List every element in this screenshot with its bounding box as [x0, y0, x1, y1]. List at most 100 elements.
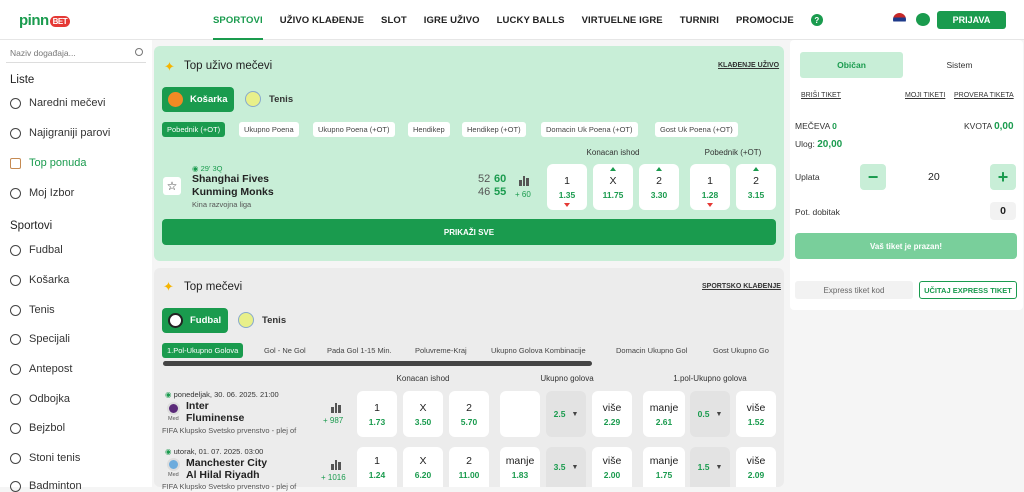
sidebar-item-odbojka[interactable]: Odbojka: [10, 393, 70, 405]
odd-button[interactable]: manje 1.83: [500, 447, 540, 487]
market-chip[interactable]: Domacin Uk Poena (+OT): [541, 122, 638, 137]
empty-ticket-button[interactable]: Vaš tiket je prazan!: [795, 233, 1017, 259]
more-markets[interactable]: + 60: [515, 190, 531, 199]
odd-button[interactable]: 2 11.00: [449, 447, 489, 487]
market-tab[interactable]: 1.Pol-Ukupno Golova: [162, 343, 244, 358]
sidebar-item-kosarka[interactable]: Košarka: [10, 274, 69, 286]
login-button[interactable]: PRIJAVA: [937, 11, 1006, 29]
help-icon[interactable]: ?: [810, 14, 823, 26]
market-chip[interactable]: Ukupno Poena: [239, 122, 299, 137]
market-chip[interactable]: Hendikep (+OT): [462, 122, 526, 137]
tab-sistem[interactable]: Sistem: [903, 52, 1016, 78]
market-tab[interactable]: Ukupno Golova Kombinacije: [486, 343, 591, 358]
line-select[interactable]: 1.5 ▼: [690, 447, 730, 487]
odd-label: 2: [656, 174, 662, 187]
odd-button[interactable]: manje 1.75: [643, 447, 685, 487]
market-scrollbar[interactable]: [163, 361, 592, 366]
sidebar-item-najigraniji[interactable]: Najigraniji parovi: [10, 127, 110, 139]
home-team: Inter: [186, 400, 209, 412]
sidebar-item-badminton[interactable]: Badminton: [10, 480, 82, 492]
odd-button[interactable]: više 1.52: [736, 391, 776, 437]
nav-slot[interactable]: SLOT: [381, 0, 407, 40]
increase-stake-button[interactable]: +: [990, 164, 1016, 190]
slip-tabs: Običan Sistem: [800, 52, 1016, 78]
live-betting-link[interactable]: KLAĐENJE UŽIVO: [718, 62, 779, 69]
odd-button[interactable]: 1 1.28: [690, 164, 730, 210]
nav-turniri[interactable]: TURNIRI: [680, 0, 719, 40]
market-tab[interactable]: Gol - Ne Gol: [259, 343, 311, 358]
decrease-stake-button[interactable]: −: [860, 164, 886, 190]
market-chip[interactable]: Ukupno Poena (+OT): [313, 122, 395, 137]
chat-icon[interactable]: [916, 13, 930, 26]
odd-value: 1.75: [655, 469, 673, 480]
express-code-input[interactable]: Express tiket kod: [795, 281, 913, 299]
nav-virtuelne-igre[interactable]: VIRTUELNE IGRE: [582, 0, 663, 40]
league-name: FIFA Klupsko Svetsko prvenstvo - plej of: [162, 426, 297, 435]
sidebar-item-naredni[interactable]: Naredni mečevi: [10, 97, 105, 109]
logo[interactable]: pinn BET: [19, 12, 71, 29]
odd-button[interactable]: više 2.29: [592, 391, 632, 437]
market-chip[interactable]: Hendikep: [408, 122, 450, 137]
line-select[interactable]: 0.5 ▼: [690, 391, 730, 437]
clear-ticket-link[interactable]: BRIŠI TIKET: [801, 92, 841, 99]
tab-obican[interactable]: Običan: [800, 52, 903, 78]
sidebar-item-label: Stoni tenis: [29, 452, 81, 464]
line-select[interactable]: 3.5 ▼: [546, 447, 586, 487]
my-tickets-link[interactable]: MOJI TIKETI: [905, 92, 945, 99]
market-chip[interactable]: Pobednik (+OT): [162, 122, 226, 137]
sidebar-item-antepost[interactable]: Antepost: [10, 363, 72, 375]
check-ticket-link[interactable]: PROVERA TIKETA: [954, 92, 1014, 99]
sport-tab-kosarka[interactable]: Košarka: [162, 87, 234, 112]
odd-button[interactable]: 1 1.35: [547, 164, 587, 210]
line-value: 3.5: [553, 462, 566, 472]
odd-button[interactable]: 1 1.73: [357, 391, 397, 437]
market-chip[interactable]: Gost Uk Poena (+OT): [655, 122, 738, 137]
market-tab[interactable]: Gost Ukupno Go: [708, 343, 776, 358]
odd-button[interactable]: X 6.20: [403, 447, 443, 487]
load-express-button[interactable]: UČITAJ EXPRESS TIKET: [919, 281, 1017, 299]
odd-button[interactable]: više 2.09: [736, 447, 776, 487]
odd-button[interactable]: X 11.75: [593, 164, 633, 210]
sport-tab-tenis[interactable]: Tenis: [238, 312, 286, 328]
odd-button[interactable]: 2 3.15: [736, 164, 776, 210]
nav-lucky-balls[interactable]: LUCKY BALLS: [497, 0, 565, 40]
market-tab[interactable]: Pada Gol 1-15 Min.: [322, 343, 397, 358]
line-select[interactable]: 2.5 ▼: [546, 391, 586, 437]
sidebar-item-specijali[interactable]: Specijali: [10, 333, 70, 345]
nav-sportovi[interactable]: SPORTOVI: [213, 0, 263, 40]
stake-input[interactable]: 20: [928, 171, 940, 183]
show-all-button[interactable]: PRIKAŽI SVE: [162, 219, 776, 245]
nav-promocije[interactable]: PROMOCIJE: [736, 0, 794, 40]
nav-igre-uzivo[interactable]: IGRE UŽIVO: [424, 0, 480, 40]
stats-icon[interactable]: [331, 460, 341, 470]
sidebar-item-stoni-tenis[interactable]: Stoni tenis: [10, 452, 80, 464]
search-input[interactable]: Naziv događaja...: [6, 43, 146, 63]
market-tab[interactable]: Poluvreme-Kraj: [410, 343, 472, 358]
odd-button[interactable]: 2 5.70: [449, 391, 489, 437]
odd-value: 1.83: [511, 469, 529, 480]
sports-betting-link[interactable]: SPORTSKO KLAĐENJE: [702, 283, 781, 290]
odd-button[interactable]: 2 3.30: [639, 164, 679, 210]
sidebar-item-fudbal[interactable]: Fudbal: [10, 244, 63, 256]
odd-button[interactable]: manje 2.61: [643, 391, 685, 437]
sidebar-item-tenis[interactable]: Tenis: [10, 304, 55, 316]
more-markets[interactable]: + 987: [323, 416, 343, 425]
serbian-flag-icon[interactable]: [893, 13, 906, 26]
more-markets[interactable]: + 1016: [321, 473, 346, 482]
sport-tab-fudbal[interactable]: Fudbal: [162, 308, 228, 333]
odd-button[interactable]: više 2.00: [592, 447, 632, 487]
favorite-star-icon[interactable]: ☆: [163, 177, 181, 195]
odd-button[interactable]: 1 1.24: [357, 447, 397, 487]
odd-button[interactable]: X 3.50: [403, 391, 443, 437]
sidebar-item-label: Bejzbol: [29, 422, 66, 434]
sidebar-item-bejzbol[interactable]: Bejzbol: [10, 422, 65, 434]
sidebar-item-top-ponuda[interactable]: Top ponuda: [10, 157, 87, 169]
sidebar-item-moj-izbor[interactable]: Moj Izbor: [10, 187, 74, 199]
stats-icon[interactable]: [519, 176, 529, 186]
stats-icon[interactable]: [331, 403, 341, 413]
nav-uzivo-kladjenje[interactable]: UŽIVO KLAĐENJE: [280, 0, 364, 40]
antepost-icon: [10, 363, 21, 375]
odd-label: X: [419, 401, 427, 414]
sport-tab-tenis[interactable]: Tenis: [245, 91, 293, 107]
market-tab[interactable]: Domacin Ukupno Gol: [611, 343, 692, 358]
